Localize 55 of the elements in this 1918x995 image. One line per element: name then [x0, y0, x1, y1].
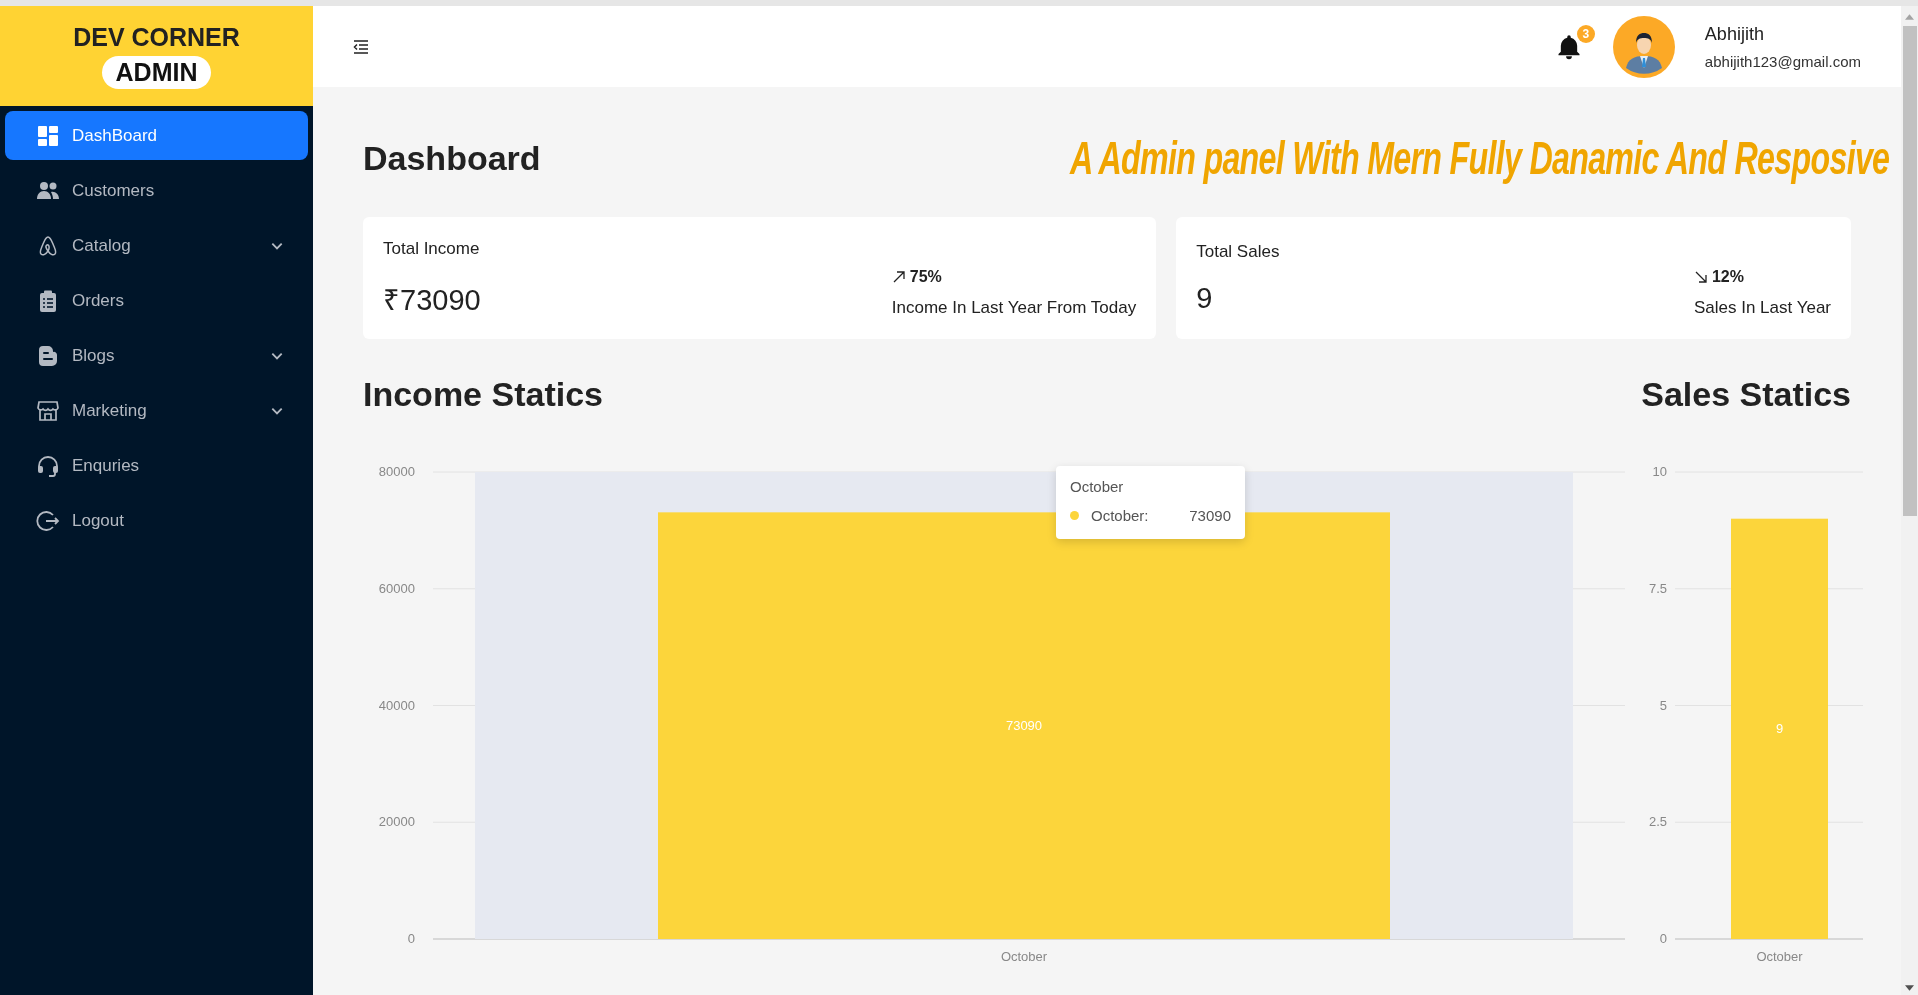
data-label: 9	[1775, 720, 1784, 736]
axis-tick-label: 2.5	[1648, 814, 1667, 830]
menu-item[interactable]: DashBoard	[5, 111, 308, 160]
arrow-down-right-icon	[1693, 270, 1708, 284]
axis-tick-label: 0	[1659, 931, 1667, 946]
menu-item[interactable]: Enquries	[5, 441, 308, 490]
tooltip-title: October	[1070, 478, 1125, 495]
axis-tick-label: 40000	[378, 697, 415, 713]
axis-category-label: October	[1000, 949, 1048, 964]
brand-name: DEV CORNER	[73, 23, 240, 52]
menu-item[interactable]: Marketing	[5, 386, 308, 435]
scroll-down-icon[interactable]	[1905, 985, 1914, 991]
stat-value: ₹73090	[383, 282, 481, 318]
scroll-up-icon[interactable]	[1905, 14, 1914, 20]
shop-icon	[36, 398, 60, 423]
user-email: abhijith123@gmail.com	[1704, 52, 1861, 70]
stat-note: Income In Last Year From Today	[891, 298, 1137, 318]
axis-tick-label: 0	[407, 931, 415, 946]
dashboard-icon	[36, 123, 60, 148]
stat-percent: 75%	[909, 268, 942, 286]
axis-tick-label: 80000	[378, 464, 415, 479]
arrow-up-right-icon	[891, 270, 906, 284]
blog-icon	[36, 343, 60, 368]
menu-item[interactable]: Logout	[5, 496, 308, 545]
section-title: Income Statics	[363, 374, 603, 414]
menu-item[interactable]: Customers	[5, 166, 308, 215]
section-title: Sales Statics	[1641, 374, 1851, 414]
user-name: Abhijith	[1704, 23, 1765, 45]
axis-tick-label: 60000	[378, 580, 415, 596]
caption-text: A Admin panel With Mern Fully Danamic And Resposive	[1069, 131, 1889, 185]
axis-tick-label: 10	[1652, 464, 1667, 479]
menu-item[interactable]: Catalog	[5, 221, 308, 270]
logout-icon	[36, 508, 60, 533]
tooltip-value: 73090	[1189, 507, 1231, 524]
scrollbar[interactable]	[1901, 6, 1918, 995]
stat-title: Total Sales	[1196, 241, 1280, 262]
data-label: 73090	[1005, 717, 1043, 733]
notification-count: 3	[1576, 24, 1595, 43]
brand-badge: ADMIN	[101, 56, 212, 89]
stat-note: Sales In Last Year	[1693, 298, 1831, 318]
menu-item[interactable]: Orders	[5, 276, 308, 325]
stat-value: 9	[1196, 281, 1214, 315]
axis-tick-label: 20000	[378, 814, 415, 830]
headset-icon	[36, 453, 60, 478]
axis-tick-label: 7.5	[1648, 580, 1667, 596]
menu-item[interactable]: Blogs	[5, 331, 308, 380]
tooltip-label: October:	[1091, 507, 1150, 524]
axis-tick-label: 5	[1659, 697, 1667, 713]
stat-title: Total Income	[383, 238, 481, 259]
stat-percent: 12%	[1711, 268, 1744, 286]
legend-dot	[1070, 511, 1079, 520]
scroll-thumb[interactable]	[1902, 26, 1917, 516]
user-avatar[interactable]	[1612, 15, 1675, 78]
axis-category-label: October	[1756, 949, 1803, 964]
page-title: Dashboard	[363, 138, 541, 178]
